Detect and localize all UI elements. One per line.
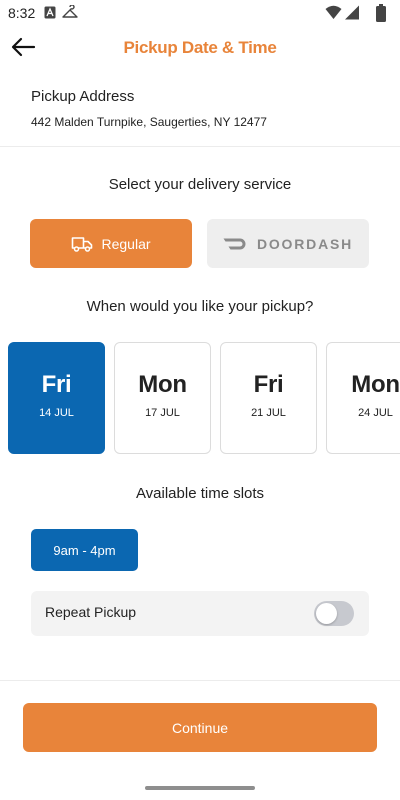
- status-bar: 8:32: [0, 0, 400, 26]
- date-label: 14 JUL: [39, 407, 74, 419]
- time-slot-button[interactable]: 9am - 4pm: [31, 529, 138, 571]
- date-day: Fri: [41, 371, 72, 398]
- toggle-knob: [316, 603, 337, 624]
- date-label: 24 JUL: [358, 407, 393, 419]
- time-slots-title: Available time slots: [135, 485, 265, 502]
- date-card[interactable]: Mon 24 JUL: [326, 342, 400, 454]
- home-indicator: [145, 786, 255, 790]
- hanger-icon: [62, 5, 78, 18]
- delivery-service-prompt: Select your delivery service: [108, 176, 292, 193]
- date-label: 21 JUL: [251, 407, 286, 419]
- repeat-pickup-toggle[interactable]: [314, 601, 354, 626]
- date-label: 17 JUL: [145, 407, 180, 419]
- truck-icon: [72, 236, 93, 252]
- service-regular-label: Regular: [101, 235, 151, 252]
- date-day: Mon: [351, 371, 400, 398]
- repeat-pickup-row: Repeat Pickup: [31, 591, 369, 636]
- status-time: 8:32: [8, 5, 36, 21]
- page-title: Pickup Date & Time: [123, 38, 277, 57]
- service-doordash-button[interactable]: DOORDASH: [207, 219, 369, 268]
- divider: [0, 146, 400, 147]
- repeat-pickup-label: Repeat Pickup: [45, 604, 137, 620]
- date-card[interactable]: Fri 21 JUL: [220, 342, 317, 454]
- date-day: Fri: [253, 371, 284, 398]
- pickup-address-block: Pickup Address 442 Malden Turnpike, Saug…: [31, 88, 267, 129]
- date-card[interactable]: Fri 14 JUL: [8, 342, 105, 454]
- pickup-address-value: 442 Malden Turnpike, Saugerties, NY 1247…: [31, 115, 267, 129]
- service-regular-button[interactable]: Regular: [30, 219, 192, 268]
- pickup-address-label: Pickup Address: [31, 88, 135, 105]
- signal-icon: [345, 5, 359, 20]
- app-header: Pickup Date & Time: [0, 26, 400, 72]
- divider: [0, 680, 400, 681]
- date-day: Mon: [138, 371, 187, 398]
- service-doordash-label: DOORDASH: [256, 235, 354, 252]
- notification-a-icon: [44, 6, 56, 19]
- battery-icon: [376, 4, 386, 22]
- continue-button[interactable]: Continue: [23, 703, 377, 752]
- wifi-icon: [325, 5, 342, 19]
- pickup-date-prompt: When would you like your pickup?: [86, 298, 314, 315]
- doordash-logo-icon: [223, 238, 246, 249]
- date-card[interactable]: Mon 17 JUL: [114, 342, 211, 454]
